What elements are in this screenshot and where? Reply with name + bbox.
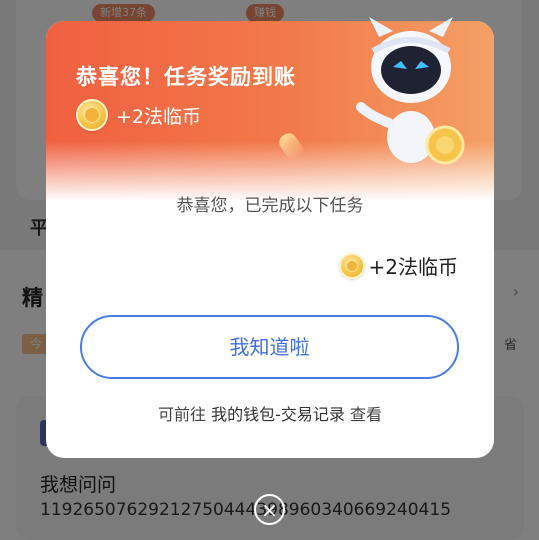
footer-suffix: 查看 [349, 405, 382, 424]
ok-button[interactable]: 我知道啦 [80, 315, 459, 379]
earned-row: +2法临币 [338, 251, 458, 280]
footer-note: 可前往 我的钱包-交易记录 查看 [46, 401, 494, 425]
earned-amount: +2法临币 [368, 255, 458, 279]
footer-prefix: 可前往 [158, 405, 207, 424]
coin-icon [338, 252, 365, 279]
reward-modal: 恭喜您！任务奖励到账 +2法临币 恭喜您，已完成以下任务 +2法临币 我知道啦 … [46, 17, 494, 458]
coin-icon [76, 99, 108, 131]
modal-title: 恭喜您！任务奖励到账 [76, 65, 296, 89]
close-icon[interactable]: × [254, 494, 285, 525]
robot-mascot-icon [356, 17, 465, 165]
modal-subtitle: 恭喜您，已完成以下任务 [176, 196, 364, 216]
sparkle-decoration [276, 130, 306, 162]
reward-row: +2法临币 [76, 99, 201, 131]
reward-amount: +2法临币 [116, 105, 202, 128]
wallet-link[interactable]: 我的钱包-交易记录 [211, 405, 345, 424]
